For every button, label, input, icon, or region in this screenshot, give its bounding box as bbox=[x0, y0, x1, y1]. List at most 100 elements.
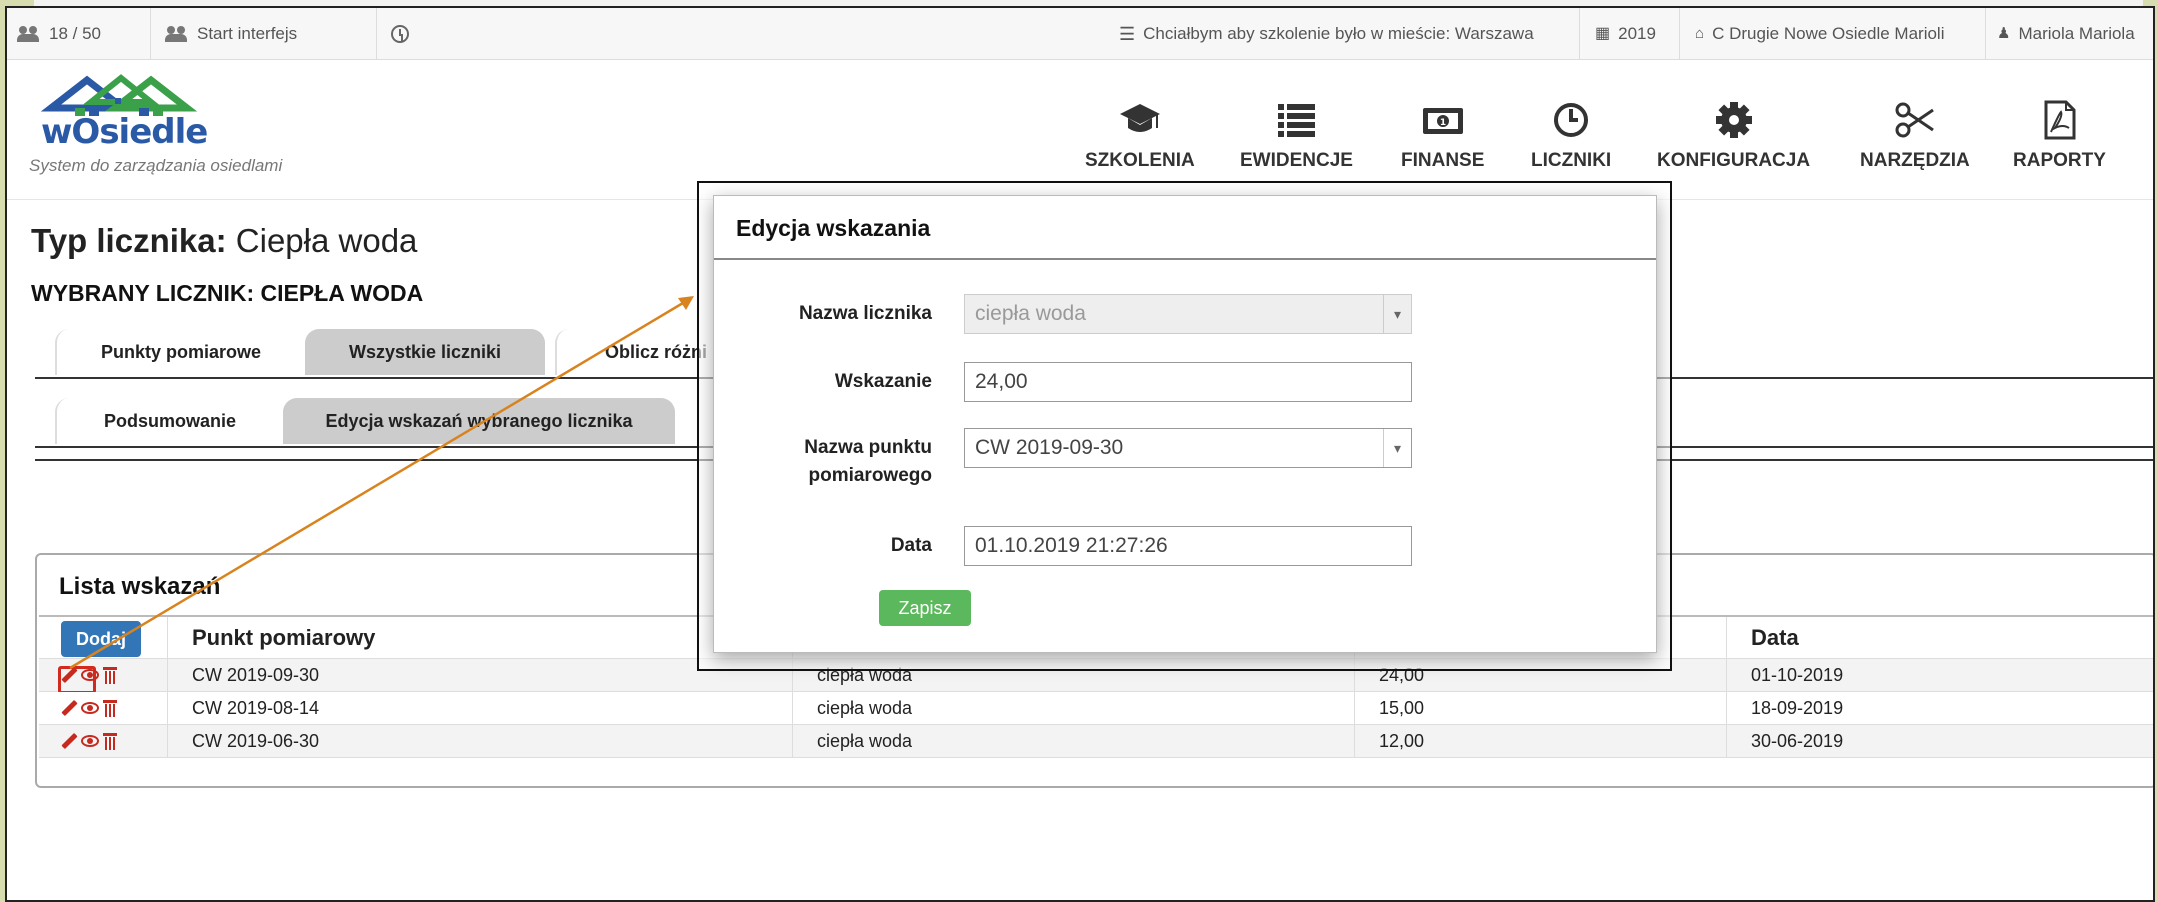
row-action-icons bbox=[61, 725, 117, 757]
edit-pencil-icon[interactable] bbox=[58, 666, 96, 694]
row-action-icons bbox=[58, 659, 117, 694]
nav-label: SZKOLENIA bbox=[1085, 150, 1195, 171]
nav-label: FINANSE bbox=[1401, 150, 1485, 171]
nav-raporty[interactable]: RAPORTY bbox=[2013, 100, 2106, 172]
gear-icon bbox=[1715, 102, 1752, 138]
clock-icon bbox=[1554, 103, 1589, 137]
nav-narzedzia[interactable]: NARZĘDZIA bbox=[1860, 100, 1970, 172]
graduation-cap-icon bbox=[1119, 104, 1160, 132]
meter-type-label: Typ licznika: bbox=[31, 222, 227, 259]
add-reading-button[interactable]: Dodaj bbox=[61, 621, 141, 657]
user-menu[interactable]: ♟ Mariola Mariola bbox=[1997, 8, 2135, 60]
app-window: 18 / 50 Start interfejs ☰ Chciałbym aby … bbox=[5, 6, 2155, 902]
date-value: 01.10.2019 21:27:26 bbox=[975, 534, 1168, 557]
nav-label: NARZĘDZIA bbox=[1860, 150, 1970, 171]
training-city-link[interactable]: ☰ Chciałbym aby szkolenie było w mieście… bbox=[1119, 8, 1534, 60]
start-interface-label: Start interfejs bbox=[197, 24, 298, 43]
row-actions bbox=[39, 659, 167, 694]
user-name: Mariola Mariola bbox=[2018, 24, 2135, 43]
readings-panel-title: Lista wskazań bbox=[59, 573, 221, 600]
training-city-label: Chciałbym aby szkolenie było w mieście: … bbox=[1143, 24, 1534, 43]
nav-label: RAPORTY bbox=[2013, 150, 2106, 171]
nav-liczniki[interactable]: LICZNIKI bbox=[1531, 100, 1611, 172]
clock-icon bbox=[391, 25, 409, 43]
save-button[interactable]: Zapisz bbox=[879, 590, 971, 626]
calendar-icon: ▦ bbox=[1595, 25, 1611, 42]
modal-title: Edycja wskazania bbox=[714, 196, 1656, 260]
svg-text:1: 1 bbox=[1440, 118, 1446, 128]
cell-date: 30-06-2019 bbox=[1726, 725, 2153, 757]
edit-reading-modal: Edycja wskazania Nazwa licznika ciepła w… bbox=[713, 195, 1657, 653]
estate-selector[interactable]: ⌂ C Drugie Nowe Osiedle Marioli bbox=[1695, 8, 1944, 60]
point-label-line2: pomiarowego bbox=[808, 465, 932, 486]
nav-szkolenia[interactable]: SZKOLENIA bbox=[1085, 100, 1195, 172]
view-eye-icon[interactable] bbox=[81, 702, 99, 714]
tab-measurement-points[interactable]: Punkty pomiarowe bbox=[55, 329, 305, 375]
nav-label: KONFIGURACJA bbox=[1657, 150, 1811, 171]
meter-name-label: Nazwa licznika bbox=[798, 303, 932, 324]
meter-name-select: ciepła woda ▾ bbox=[964, 294, 1412, 334]
chevron-down-icon[interactable]: ▾ bbox=[1383, 429, 1411, 467]
users-icon bbox=[17, 26, 41, 42]
history-button[interactable] bbox=[391, 8, 409, 60]
point-label-line1: Nazwa punktu bbox=[804, 437, 932, 458]
cell-value: 15,00 bbox=[1354, 692, 1726, 724]
tab-edit-readings[interactable]: Edycja wskazań wybranego licznika bbox=[283, 398, 675, 444]
cell-point: CW 2019-06-30 bbox=[167, 725, 792, 757]
chevron-down-icon: ▾ bbox=[1383, 295, 1411, 333]
cell-value: 12,00 bbox=[1354, 725, 1726, 757]
view-eye-icon[interactable] bbox=[81, 735, 99, 747]
measurement-point-select[interactable]: CW 2019-09-30 ▾ bbox=[964, 428, 1412, 468]
meter-type-value: Ciepła woda bbox=[235, 222, 418, 259]
edit-pencil-icon[interactable] bbox=[61, 700, 77, 716]
cell-meter: ciepła woda bbox=[792, 692, 1354, 724]
row-actions bbox=[39, 725, 167, 757]
list-icon bbox=[1278, 104, 1316, 137]
row-actions bbox=[39, 692, 167, 724]
selected-meter-heading: WYBRANY LICZNIK: CIEPŁA WODA bbox=[31, 280, 424, 306]
edit-pencil-icon[interactable] bbox=[61, 733, 77, 749]
actions-header: Dodaj bbox=[39, 617, 167, 658]
meter-name-value: ciepła woda bbox=[975, 302, 1086, 325]
table-row: CW 2019-08-14 ciepła woda 15,00 18-09-20… bbox=[39, 692, 2153, 725]
table-row: CW 2019-06-30 ciepła woda 12,00 30-06-20… bbox=[39, 725, 2153, 758]
reading-label: Wskazanie bbox=[834, 371, 932, 392]
home-icon: ⌂ bbox=[1695, 25, 1705, 42]
money-icon: 1 bbox=[1422, 108, 1463, 134]
nav-finanse[interactable]: 1 FINANSE bbox=[1401, 100, 1484, 172]
date-input[interactable]: 01.10.2019 21:27:26 bbox=[964, 526, 1412, 566]
page-title: Typ licznika: Ciepła woda bbox=[31, 222, 417, 260]
delete-trash-icon[interactable] bbox=[103, 732, 117, 750]
cell-point: CW 2019-08-14 bbox=[167, 692, 792, 724]
estate-label: C Drugie Nowe Osiedle Marioli bbox=[1712, 24, 1945, 43]
measurement-point-value: CW 2019-09-30 bbox=[975, 436, 1124, 459]
logo-wordmark: wOsiedle bbox=[41, 112, 208, 152]
view-eye-icon[interactable] bbox=[81, 669, 99, 681]
column-header-date[interactable]: Data bbox=[1726, 617, 2153, 658]
nav-ewidencje[interactable]: EWIDENCJE bbox=[1240, 100, 1353, 172]
reading-input[interactable]: 24,00 bbox=[964, 362, 1412, 402]
delete-trash-icon[interactable] bbox=[103, 699, 117, 717]
menu-icon: ☰ bbox=[1119, 24, 1136, 44]
top-bar: 18 / 50 Start interfejs ☰ Chciałbym aby … bbox=[7, 8, 2153, 60]
nav-label: LICZNIKI bbox=[1531, 150, 1612, 171]
tab-all-meters[interactable]: Wszystkie liczniki bbox=[305, 329, 545, 375]
cell-meter: ciepła woda bbox=[792, 725, 1354, 757]
reading-value: 24,00 bbox=[975, 370, 1028, 393]
logo-tagline: System do zarządzania osiedlami bbox=[29, 156, 283, 175]
user-icon: ♟ bbox=[1997, 25, 2011, 42]
start-interface-link[interactable]: Start interfejs bbox=[165, 8, 297, 60]
tab-summary[interactable]: Podsumowanie bbox=[55, 398, 283, 444]
users-icon bbox=[165, 26, 189, 42]
cell-date: 18-09-2019 bbox=[1726, 692, 2153, 724]
nav-konfiguracja[interactable]: KONFIGURACJA bbox=[1657, 100, 1810, 172]
users-count-label: 18 / 50 bbox=[49, 24, 101, 43]
year-selector[interactable]: ▦ 2019 bbox=[1595, 8, 1656, 60]
logo[interactable]: wOsiedle System do zarządzania osiedlami bbox=[29, 72, 282, 175]
delete-trash-icon[interactable] bbox=[103, 666, 117, 684]
row-action-icons bbox=[61, 692, 117, 724]
users-count[interactable]: 18 / 50 bbox=[17, 8, 101, 60]
date-label: Data bbox=[890, 535, 932, 556]
year-label: 2019 bbox=[1618, 24, 1656, 43]
header: wOsiedle System do zarządzania osiedlami… bbox=[7, 60, 2153, 200]
